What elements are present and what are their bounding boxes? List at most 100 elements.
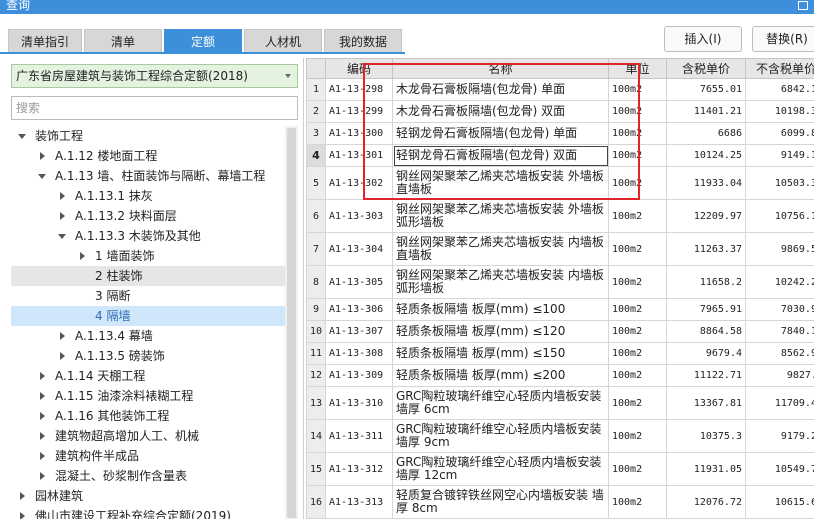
row-index[interactable]: 13 [306, 386, 326, 420]
quota-code[interactable]: A1-13-304 [325, 232, 393, 266]
quota-name[interactable]: 轻钢龙骨石膏板隔墙(包龙骨) 单面 [392, 122, 609, 145]
row-index[interactable]: 11 [306, 342, 326, 365]
quota-name[interactable]: 轻钢龙骨石膏板隔墙(包龙骨) 双面 [392, 144, 609, 167]
quota-code[interactable]: A1-13-303 [325, 199, 393, 233]
tree-item[interactable]: A.1.13.2 块料面层 [11, 206, 285, 226]
maximize-icon[interactable] [798, 1, 808, 10]
collapse-arrow-icon[interactable] [37, 426, 47, 446]
price-without-tax[interactable]: 8562.95 [745, 342, 814, 365]
price-with-tax[interactable]: 9679.4 [666, 342, 746, 365]
row-index[interactable]: 4 [306, 144, 326, 167]
row-index[interactable]: 5 [306, 166, 326, 200]
quota-code[interactable]: A1-13-310 [325, 386, 393, 420]
price-without-tax[interactable]: 6842.12 [745, 78, 814, 101]
row-index[interactable]: 16 [306, 485, 326, 519]
price-with-tax[interactable]: 10375.3 [666, 419, 746, 453]
collapse-arrow-icon[interactable] [57, 326, 67, 346]
quota-code[interactable]: A1-13-309 [325, 364, 393, 387]
quota-code[interactable]: A1-13-305 [325, 265, 393, 299]
price-without-tax[interactable]: 9869.58 [745, 232, 814, 266]
price-with-tax[interactable]: 11401.21 [666, 100, 746, 123]
row-index[interactable]: 6 [306, 199, 326, 233]
quota-unit[interactable]: 100m2 [608, 485, 667, 519]
column-header-index[interactable] [306, 58, 326, 79]
quota-unit[interactable]: 100m2 [608, 452, 667, 486]
collapse-arrow-icon[interactable] [57, 346, 67, 366]
price-without-tax[interactable]: 7030.92 [745, 298, 814, 321]
collapse-arrow-icon[interactable] [57, 186, 67, 206]
collapse-arrow-icon[interactable] [57, 206, 67, 226]
price-with-tax[interactable]: 11122.71 [666, 364, 746, 387]
tree-item[interactable]: 2 柱装饰 [11, 266, 285, 286]
quota-unit[interactable]: 100m2 [608, 144, 667, 167]
table-row[interactable]: 13 A1-13-310 GRC陶粒玻璃纤维空心轻质内墙板安装 墙厚 6cm 100m… [306, 386, 814, 420]
price-with-tax[interactable]: 11933.04 [666, 166, 746, 200]
table-row[interactable]: 7 A1-13-304 钢丝网架聚苯乙烯夹芯墙板安装 内墙板直墙板 100m2 1126… [306, 232, 814, 266]
table-row[interactable]: 2 A1-13-299 木龙骨石膏板隔墙(包龙骨) 双面 100m2 11401.21 1… [306, 100, 814, 123]
price-without-tax[interactable]: 9149.17 [745, 144, 814, 167]
price-without-tax[interactable]: 6099.82 [745, 122, 814, 145]
price-without-tax[interactable]: 10503.35 [745, 166, 814, 200]
price-without-tax[interactable]: 10756.16 [745, 199, 814, 233]
column-header-price-notax[interactable]: 不含税单价 [745, 58, 814, 79]
row-index[interactable]: 2 [306, 100, 326, 123]
quota-code[interactable]: A1-13-300 [325, 122, 393, 145]
price-with-tax[interactable]: 12209.97 [666, 199, 746, 233]
price-with-tax[interactable]: 7965.91 [666, 298, 746, 321]
row-index[interactable]: 10 [306, 320, 326, 343]
price-with-tax[interactable]: 12076.72 [666, 485, 746, 519]
collapse-arrow-icon[interactable] [37, 466, 47, 486]
collapse-arrow-icon[interactable] [17, 506, 27, 519]
quota-unit[interactable]: 100m2 [608, 364, 667, 387]
quota-unit[interactable]: 100m2 [608, 166, 667, 200]
tree-item[interactable]: 园林建筑 [11, 486, 285, 506]
tab-bill-guide[interactable]: 清单指引 [8, 29, 82, 53]
price-without-tax[interactable]: 9827.1 [745, 364, 814, 387]
column-header-code[interactable]: 编码 [325, 58, 393, 79]
price-with-tax[interactable]: 6686 [666, 122, 746, 145]
tree-item[interactable]: A.1.15 油漆涂料裱糊工程 [11, 386, 285, 406]
price-without-tax[interactable]: 10198.38 [745, 100, 814, 123]
collapse-arrow-icon[interactable] [37, 446, 47, 466]
tree-item[interactable]: 3 隔断 [11, 286, 285, 306]
tab-my-data[interactable]: 我的数据 [324, 29, 402, 53]
tree-item[interactable]: A.1.12 楼地面工程 [11, 146, 285, 166]
price-with-tax[interactable]: 11263.37 [666, 232, 746, 266]
column-header-price-tax[interactable]: 含税单价 [666, 58, 746, 79]
price-with-tax[interactable]: 11658.2 [666, 265, 746, 299]
row-index[interactable]: 7 [306, 232, 326, 266]
quota-code[interactable]: A1-13-313 [325, 485, 393, 519]
table-row[interactable]: 11 A1-13-308 轻质条板隔墙 板厚(mm) ≤150 100m2 9679.4… [306, 342, 814, 365]
tree-item[interactable]: A.1.14 天棚工程 [11, 366, 285, 386]
quota-code[interactable]: A1-13-299 [325, 100, 393, 123]
tree-item[interactable]: 装饰工程 [11, 126, 285, 146]
collapse-arrow-icon[interactable] [17, 486, 27, 506]
price-with-tax[interactable]: 13367.81 [666, 386, 746, 420]
quota-code[interactable]: A1-13-302 [325, 166, 393, 200]
tree-item[interactable]: 建筑构件半成品 [11, 446, 285, 466]
price-with-tax[interactable]: 11931.05 [666, 452, 746, 486]
tree-item[interactable]: 建筑物超高增加人工、机械 [11, 426, 285, 446]
table-row[interactable]: 12 A1-13-309 轻质条板隔墙 板厚(mm) ≤200 100m2 11122.… [306, 364, 814, 387]
quota-unit[interactable]: 100m2 [608, 342, 667, 365]
quota-unit[interactable]: 100m2 [608, 232, 667, 266]
row-index[interactable]: 1 [306, 78, 326, 101]
tree-item[interactable]: 佛山市建设工程补充综合定额(2019) [11, 506, 285, 519]
tab-bill[interactable]: 清单 [84, 29, 162, 53]
tree-scrollbar[interactable] [285, 126, 298, 519]
table-row[interactable]: 1 A1-13-298 木龙骨石膏板隔墙(包龙骨) 单面 100m2 7655.01 68… [306, 78, 814, 101]
column-header-unit[interactable]: 单位 [608, 58, 667, 79]
quota-name[interactable]: GRC陶粒玻璃纤维空心轻质内墙板安装 墙厚 12cm [392, 452, 609, 486]
quota-code[interactable]: A1-13-298 [325, 78, 393, 101]
quota-name[interactable]: 轻质条板隔墙 板厚(mm) ≤100 [392, 298, 609, 321]
quota-unit[interactable]: 100m2 [608, 298, 667, 321]
quota-name[interactable]: 钢丝网架聚苯乙烯夹芯墙板安装 外墙板弧形墙板 [392, 199, 609, 233]
quota-name[interactable]: 轻质复合镀锌铁丝网空心内墙板安装 墙厚 8cm [392, 485, 609, 519]
expand-arrow-icon[interactable] [17, 126, 27, 146]
table-row[interactable]: 10 A1-13-307 轻质条板隔墙 板厚(mm) ≤120 100m2 8864.5… [306, 320, 814, 343]
tree-item[interactable]: A.1.13.1 抹灰 [11, 186, 285, 206]
row-index[interactable]: 8 [306, 265, 326, 299]
expand-arrow-icon[interactable] [37, 166, 47, 186]
replace-button[interactable]: 替换(R) [752, 26, 814, 52]
table-row[interactable]: 8 A1-13-305 钢丝网架聚苯乙烯夹芯墙板安装 内墙板弧形墙板 100m2 116… [306, 265, 814, 299]
